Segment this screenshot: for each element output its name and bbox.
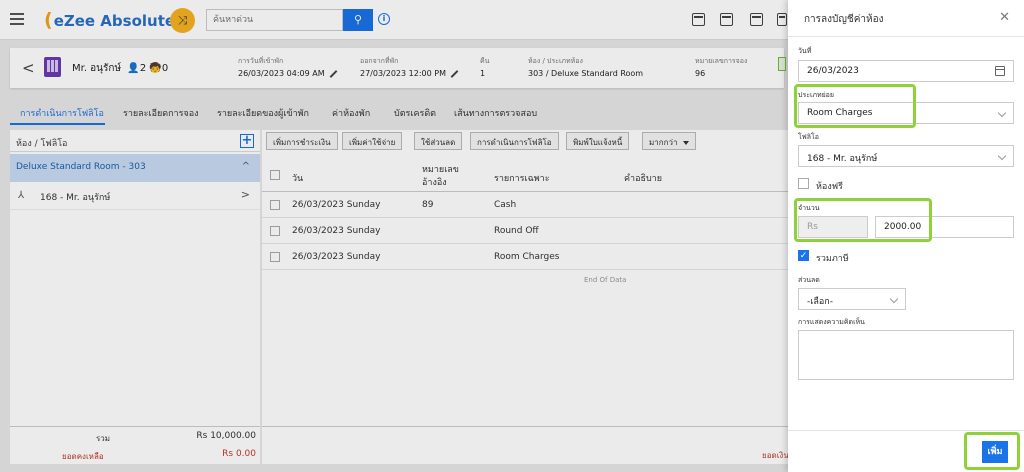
panel-title: การลงบัญชีค่าห้อง — [804, 14, 884, 25]
discount-select[interactable]: -เลือก- — [798, 288, 906, 310]
folio-label: โฟลิโอ — [798, 133, 819, 141]
comment-textarea[interactable] — [798, 330, 1014, 380]
room-charge-posting-panel: การลงบัญชีค่าห้อง ✕ วันที่ 26/03/2023 ปร… — [788, 0, 1024, 472]
discount-value: -เลือก- — [807, 297, 833, 307]
chevron-down-icon — [997, 151, 1007, 161]
date-field[interactable]: 26/03/2023 — [798, 60, 1014, 82]
include-tax-checkbox[interactable]: ✓ — [798, 250, 809, 261]
include-tax-label: รวมภาษี — [816, 254, 849, 264]
footer-divider — [788, 430, 1024, 431]
chevron-down-icon — [997, 108, 1007, 118]
complimentary-checkbox[interactable] — [798, 178, 809, 189]
complimentary-label: ห้องฟรี — [816, 182, 843, 192]
folio-select[interactable]: 168 - Mr. อนุรักษ์ — [798, 145, 1014, 167]
comment-label: การแสดงความคิดเห็น — [798, 318, 865, 326]
close-icon[interactable]: ✕ — [999, 10, 1010, 25]
date-value: 26/03/2023 — [807, 66, 859, 76]
highlight-sub-type — [794, 84, 916, 128]
discount-label: ส่วนลด — [798, 276, 820, 284]
calendar-icon[interactable] — [995, 66, 1005, 76]
divider — [788, 36, 1024, 37]
modal-backdrop[interactable] — [0, 0, 788, 472]
chevron-down-icon — [889, 294, 899, 304]
highlight-add-button — [964, 432, 1020, 470]
highlight-amount — [794, 198, 932, 242]
date-label: วันที่ — [798, 47, 812, 55]
folio-value: 168 - Mr. อนุรักษ์ — [807, 154, 878, 164]
